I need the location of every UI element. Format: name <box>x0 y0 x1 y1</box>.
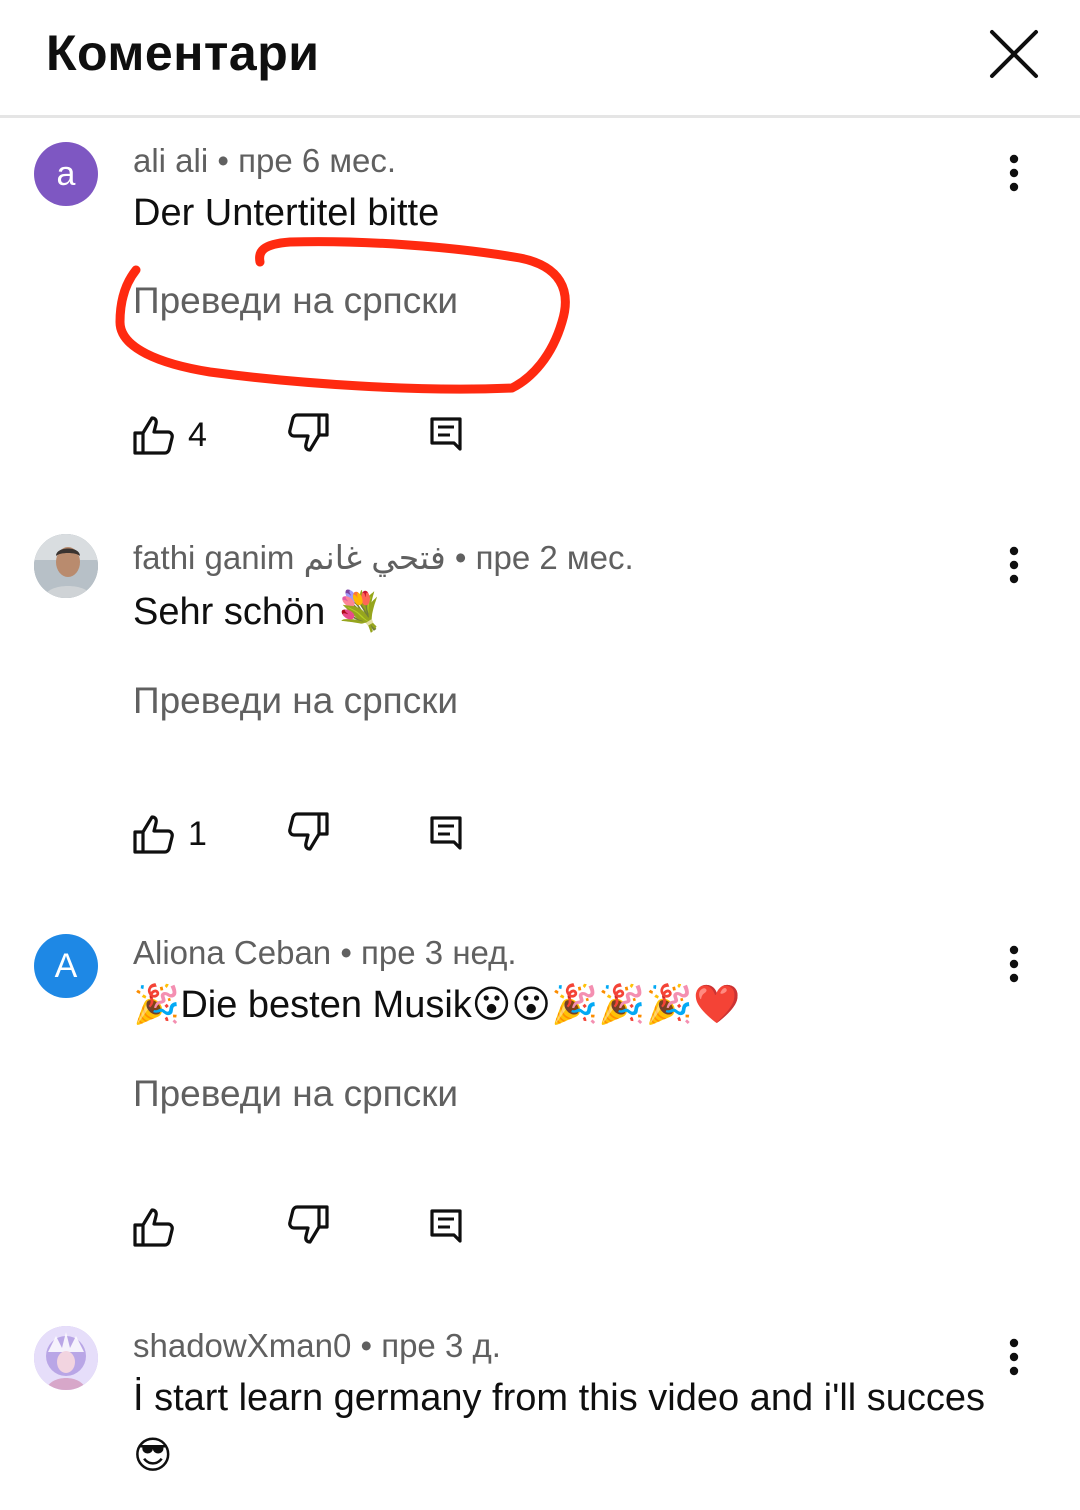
comment-text: Sehr schön 💐 <box>133 591 384 633</box>
thumbs-up-icon <box>133 1208 174 1247</box>
meta-separator: • <box>445 539 476 576</box>
comment-text: 🎉Die besten Musik😮😮🎉🎉🎉❤️ <box>133 984 741 1026</box>
reply-comment-icon <box>430 417 462 451</box>
meta-separator: • <box>331 934 362 971</box>
translate-link[interactable]: Преведи на српски <box>133 680 458 722</box>
more-options-button[interactable] <box>996 936 1032 996</box>
close-button[interactable] <box>984 24 1044 84</box>
profile-image <box>34 1326 98 1390</box>
comment-author[interactable]: Aliona Ceban <box>133 934 331 971</box>
like-button[interactable] <box>130 1202 188 1252</box>
reply-comment-icon <box>430 1209 462 1243</box>
comment-text: Der Untertitel bitte <box>133 192 440 234</box>
reply-button[interactable] <box>428 809 464 860</box>
comment-time: пре 3 д. <box>381 1327 501 1364</box>
comment-meta: Aliona Ceban • пре 3 нед. <box>133 934 517 972</box>
avatar[interactable] <box>34 1326 98 1390</box>
like-count: 1 <box>188 814 207 853</box>
like-count: 4 <box>188 415 207 454</box>
comment-author[interactable]: shadowXman0 <box>133 1327 351 1364</box>
comment-time: пре 6 мес. <box>238 142 397 179</box>
profile-photo <box>34 534 98 598</box>
comment-author[interactable]: ali ali <box>133 142 208 179</box>
comment-author[interactable]: fathi ganim فتحي غانم <box>133 539 446 576</box>
avatar-letter: A <box>54 946 78 985</box>
comment-actions <box>130 1202 490 1252</box>
more-vert-icon <box>1009 546 1019 584</box>
more-options-button[interactable] <box>996 145 1032 205</box>
avatar[interactable]: a <box>34 142 98 206</box>
reply-button[interactable] <box>428 410 464 461</box>
comments-header: Коментари <box>0 0 1080 118</box>
more-vert-icon <box>1009 154 1019 192</box>
meta-separator: • <box>208 142 239 179</box>
thumbs-up-icon <box>133 815 174 854</box>
dislike-button[interactable] <box>286 1202 332 1253</box>
translate-link[interactable]: Преведи на српски <box>133 280 458 322</box>
comment-actions: 1 <box>130 809 490 859</box>
close-icon <box>990 30 1038 78</box>
page-title: Коментари <box>46 25 320 81</box>
translate-link[interactable]: Преведи на српски <box>133 1073 458 1115</box>
like-button[interactable]: 1 <box>130 809 207 859</box>
thumbs-down-icon <box>288 812 329 851</box>
comment-text: İ start learn germany from this video an… <box>133 1377 986 1477</box>
reply-button[interactable] <box>428 1202 464 1253</box>
dislike-button[interactable] <box>286 809 332 860</box>
more-options-button[interactable] <box>996 537 1032 597</box>
more-vert-icon <box>1009 945 1019 983</box>
more-options-button[interactable] <box>996 1329 1032 1389</box>
like-button[interactable]: 4 <box>130 410 207 460</box>
comment-time: пре 3 нед. <box>361 934 517 971</box>
meta-separator: • <box>351 1327 382 1364</box>
thumbs-up-icon <box>133 416 174 455</box>
comment-meta: ali ali • пре 6 мес. <box>133 142 396 180</box>
reply-comment-icon <box>430 816 462 850</box>
thumbs-down-icon <box>288 413 329 452</box>
avatar[interactable] <box>34 534 98 598</box>
comment-actions: 4 <box>130 410 490 460</box>
thumbs-down-icon <box>288 1205 329 1244</box>
comment-time: пре 2 мес. <box>475 539 634 576</box>
dislike-button[interactable] <box>286 410 332 461</box>
avatar[interactable]: A <box>34 934 98 998</box>
more-vert-icon <box>1009 1338 1019 1376</box>
comment-meta: shadowXman0 • пре 3 д. <box>133 1327 501 1365</box>
avatar-letter: a <box>56 154 76 193</box>
comment-meta: fathi ganim فتحي غانم • пре 2 мес. <box>133 538 634 577</box>
